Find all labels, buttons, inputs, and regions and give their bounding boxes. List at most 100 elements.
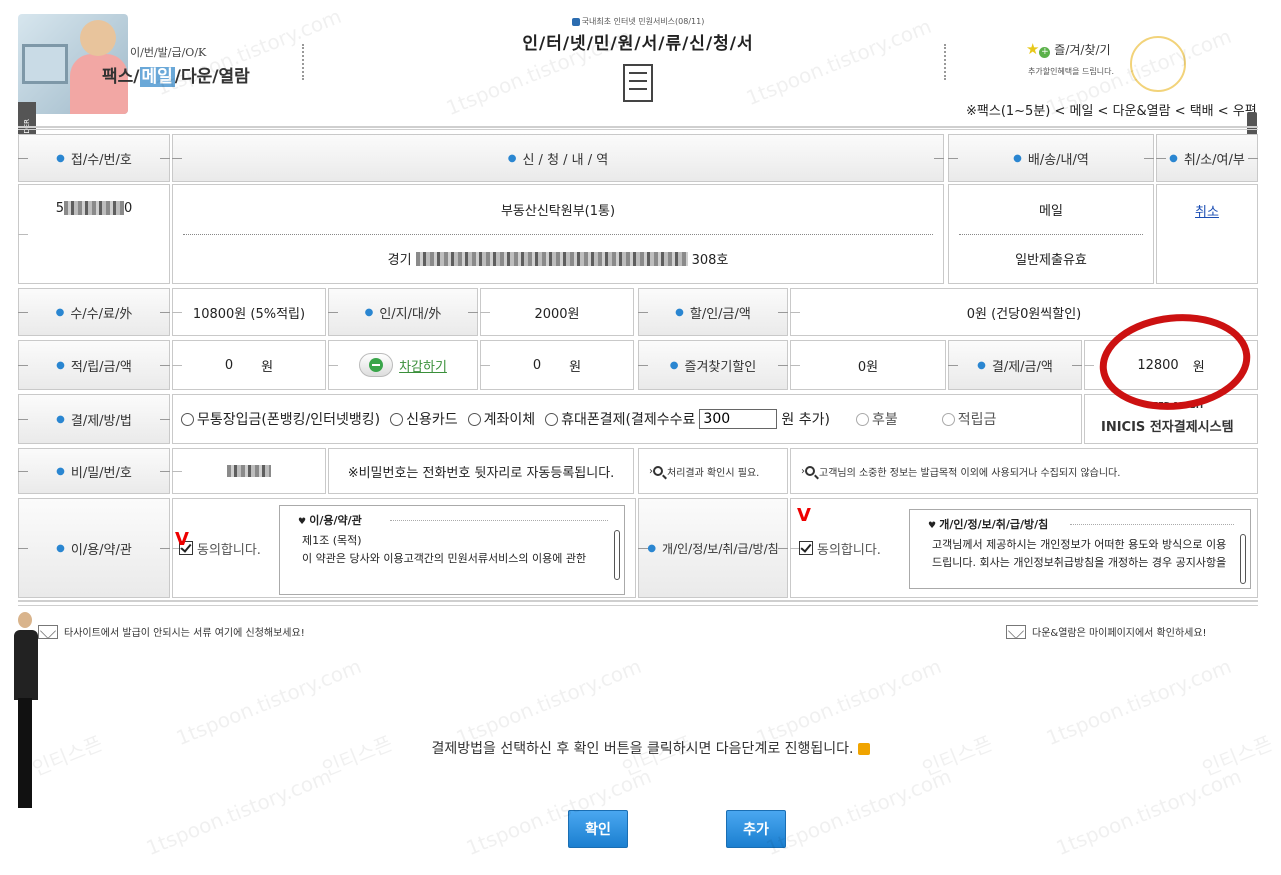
watermark: 1tspoon.tistory.com xyxy=(142,763,335,861)
divider xyxy=(944,44,946,80)
watermark: 1tspoon.tistory.com xyxy=(1052,763,1245,861)
terms-line-2: 이 약관은 당사와 이용고객간의 민원서류서비스의 이용에 관한 xyxy=(302,552,587,565)
pay-option-transfer[interactable]: 계좌이체 xyxy=(467,409,535,429)
privacy-line-1: 고객님께서 제공하시는 개인정보가 어떠한 용도와 방식으로 이용 xyxy=(932,538,1227,551)
document-icon xyxy=(617,60,653,102)
watermark: 1tspoon.tistory.com xyxy=(172,653,365,751)
page-header: 이/번/발/급/O/K 팩스/메일/다운/열람 국내최초 인터넷 민원서비스(0… xyxy=(0,0,1281,128)
header-details: ● 신 / 청 / 내 / 역 xyxy=(172,134,944,182)
services-logo[interactable]: 이/번/발/급/O/K 팩스/메일/다운/열람 xyxy=(18,14,308,114)
fee-value: 10800원 (5%적립) xyxy=(172,288,326,336)
label-points: ● 적/립/금/액 xyxy=(18,340,170,390)
other-site-link[interactable]: 타사이트에서 발급이 안되시는 서류 여기에 신청해보세요! xyxy=(38,624,305,639)
radio-points[interactable] xyxy=(941,412,955,426)
guide-text: 결제방법을 선택하신 후 확인 버튼을 클릭하시면 다음단계로 진행됩니다. xyxy=(0,738,1281,758)
terms-cell: 동의합니다. V ♥ 이/용/약/관 제1조 (목적) 이 약관은 당사와 이용… xyxy=(172,498,636,598)
blurred-password xyxy=(227,465,271,477)
search-icon xyxy=(653,466,663,476)
privacy-note-cell: › 고객님의 소중한 정보는 발급목적 이외에 사용되거나 수집되지 않습니다. xyxy=(790,448,1258,494)
blurred-address xyxy=(415,251,688,266)
annotation-v-mark: V xyxy=(175,529,189,550)
fav-discount-value: 0원 xyxy=(790,340,946,390)
process-note-cell: › 처리결과 확인시 필요. xyxy=(638,448,788,494)
terms-scrollbar[interactable] xyxy=(614,530,620,580)
pay-option-phone[interactable]: 휴대폰결제(결제수수료 xyxy=(545,409,695,429)
agree-terms-checkbox[interactable]: 동의합니다. xyxy=(179,539,261,558)
radio-phone[interactable] xyxy=(545,412,559,426)
form-title: 인/터/넷/민/원/서/류/신/청/서 xyxy=(522,34,754,54)
pay-option-points[interactable]: 적립금 xyxy=(941,409,996,429)
checkbox-icon[interactable] xyxy=(799,541,813,555)
privacy-textbox[interactable]: ♥ 개/인/정/보/취/급/방/침 고객님께서 제공하시는 개인정보가 어떠한 … xyxy=(909,509,1251,589)
pay-option-card[interactable]: 신용카드 xyxy=(390,409,458,429)
search-icon xyxy=(805,466,815,476)
deduct-value: 0원 xyxy=(480,340,634,390)
pay-option-later[interactable]: 후불 xyxy=(855,409,898,429)
form-header: 국내최초 인터넷 민원서비스(08/11) 인/터/넷/민/원/서/류/신/청/… xyxy=(498,16,778,102)
privacy-cell: 동의합니다. V ♥ 개/인/정/보/취/급/방/침 고객님께서 제공하시는 개… xyxy=(790,498,1258,598)
envelope-icon xyxy=(1006,624,1026,639)
blurred-receipt xyxy=(64,201,124,215)
label-payment-method: ● 결/제/방/법 xyxy=(18,394,170,444)
label-terms: ● 이/용/약/관 xyxy=(18,498,170,598)
favorite-button[interactable]: ★ + 즐/겨/찾/기 xyxy=(1026,40,1111,58)
order-details: 부동산신탁원부(1통) 경기 308호 xyxy=(172,184,944,284)
receipt-number: 50 xyxy=(18,184,170,284)
deduct-cell: 차감하기 xyxy=(328,340,478,390)
cancel-link[interactable]: 취소 xyxy=(1195,201,1219,220)
terms-line-1: 제1조 (목적) xyxy=(302,534,362,547)
cancel-cell: 취소 xyxy=(1156,184,1258,284)
annotation-v-mark: V xyxy=(797,505,811,526)
label-discount: ● 할/인/금/액 xyxy=(638,288,788,336)
phone-fee-suffix: 원 추가) xyxy=(781,412,830,428)
terms-textbox[interactable]: ♥ 이/용/약/관 제1조 (목적) 이 약관은 당사와 이용고객간의 민원서류… xyxy=(279,505,625,595)
watermark: 1tspoon.tistory.com xyxy=(762,763,955,861)
mypage-note[interactable]: 다운&열람은 마이페이지에서 확인하세요! xyxy=(1006,624,1207,639)
privacy-line-2: 드립니다. 회사는 개인정보취급방침을 개정하는 경우 공지사항을 xyxy=(932,556,1227,569)
deduct-button[interactable]: 차감하기 xyxy=(359,353,447,377)
annotation-circle xyxy=(1099,314,1251,410)
label-privacy: ● 개/인/정/보/취/급/방/침 xyxy=(638,498,788,598)
services-subtitle: 이/번/발/급/O/K xyxy=(130,46,207,59)
pay-option-bank[interactable]: 무통장입금(폰뱅킹/인터넷뱅킹) xyxy=(181,409,380,429)
phone-fee-input[interactable] xyxy=(699,409,778,429)
star-icon: ★ xyxy=(1026,40,1040,58)
plus-icon: + xyxy=(1039,47,1051,58)
businessman-image xyxy=(12,612,42,812)
password-value xyxy=(172,448,326,494)
watermark: 1tspoon.tistory.com xyxy=(1042,653,1235,751)
header-cancel: ● 취/소/여/부 xyxy=(1156,134,1258,182)
agree-privacy-checkbox[interactable]: 동의합니다. xyxy=(799,539,881,558)
lock-icon xyxy=(571,17,580,26)
shipping-speed-note: ※팩스(1~5분) < 메일 < 다운&열람 < 택배 < 우편 xyxy=(966,104,1257,119)
services-title: 팩스/메일/다운/열람 xyxy=(102,67,250,87)
lock-icon xyxy=(857,743,870,755)
header-delivery: ● 배/송/내/역 xyxy=(948,134,1154,182)
minus-icon xyxy=(369,358,384,372)
radio-later[interactable] xyxy=(855,412,869,426)
favorite-subtitle: 추가할인혜택을 드립니다. xyxy=(1028,67,1115,76)
radio-card[interactable] xyxy=(390,412,404,426)
watermark: 1tspoon.tistory.com xyxy=(752,653,945,751)
header-receipt-no: ● 접/수/번/호 xyxy=(18,134,170,182)
delivery-info: 메일 일반제출유효 xyxy=(948,184,1154,284)
add-button[interactable]: 추가 xyxy=(726,810,786,848)
top-note: 국내최초 인터넷 민원서비스(08/11) xyxy=(581,17,705,26)
label-fee: ● 수/수/료/外 xyxy=(18,288,170,336)
watermark: 1tspoon.tistory.com xyxy=(452,653,645,751)
label-fav-discount: ● 즐겨찾기할인 xyxy=(638,340,788,390)
radio-bank[interactable] xyxy=(181,412,194,426)
payment-options: 무통장입금(폰뱅킹/인터넷뱅킹) 신용카드 계좌이체 휴대폰결제(결제수수료 원… xyxy=(172,394,1082,444)
table-top-border xyxy=(18,126,1258,130)
property-address: 경기 308호 xyxy=(387,251,729,268)
stamp-value: 2000원 xyxy=(480,288,634,336)
delivery-method: 메일 xyxy=(1039,204,1063,219)
confirm-button[interactable]: 확인 xyxy=(568,810,628,848)
password-note: ※비밀번호는 전화번호 뒷자리로 자동등록됩니다. xyxy=(328,448,634,494)
divider xyxy=(302,44,304,80)
privacy-scrollbar[interactable] xyxy=(1240,534,1246,584)
label-payment-amount: ● 결/제/금/액 xyxy=(948,340,1082,390)
document-name: 부동산신탁원부(1통) xyxy=(500,204,616,219)
label-stamp: ● 인/지/대/外 xyxy=(328,288,478,336)
radio-transfer[interactable] xyxy=(467,412,481,426)
